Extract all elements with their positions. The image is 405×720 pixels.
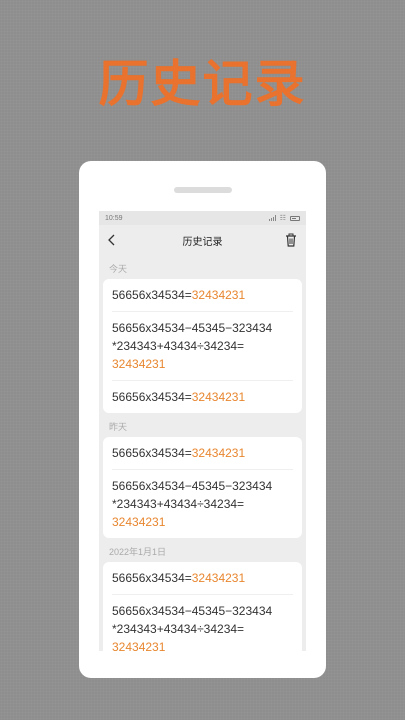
group-label-date: 2022年1月1日 — [109, 547, 167, 557]
wifi-icon: ☷ — [279, 214, 286, 222]
record-result: 32434231 — [112, 640, 166, 651]
record-expression-line1: 56656x34534−45345−323434 — [112, 604, 273, 618]
record-expression: 56656x34534= — [112, 390, 192, 404]
history-card-yesterday: 56656x34534=32434231 56656x34534−45345−3… — [103, 437, 302, 538]
record-expression-line2: *234343+43434÷34234= — [112, 339, 245, 353]
status-icons: ☷ — [268, 214, 300, 222]
history-record[interactable]: 56656x34534=32434231 — [112, 562, 293, 595]
history-record[interactable]: 56656x34534=32434231 — [112, 381, 293, 413]
record-expression-line2: *234343+43434÷34234= — [112, 622, 245, 636]
phone-speaker — [174, 187, 232, 193]
back-icon[interactable] — [107, 233, 121, 247]
history-card-date: 56656x34534=32434231 56656x34534−45345−3… — [103, 562, 302, 651]
hero-title: 历史记录 — [98, 55, 307, 113]
record-result: 32434231 — [112, 515, 166, 529]
record-result: 32434231 — [191, 288, 246, 302]
phone-mockup: 10:59 ☷ 历史记录 今天 56656x34534=32434231 566 — [79, 161, 326, 678]
nav-title: 历史记录 — [182, 236, 223, 248]
history-record[interactable]: 56656x34534=32434231 — [112, 437, 293, 470]
history-record[interactable]: 56656x34534−45345−323434 *234343+43434÷3… — [112, 595, 293, 651]
battery-icon — [290, 215, 300, 221]
history-record[interactable]: 56656x34534−45345−323434 *234343+43434÷3… — [112, 470, 293, 538]
record-expression: 56656x34534= — [112, 288, 192, 302]
record-result: 32434231 — [191, 571, 246, 585]
signal-icon — [268, 215, 276, 221]
history-card-today: 56656x34534=32434231 56656x34534−45345−3… — [103, 279, 302, 413]
history-record[interactable]: 56656x34534−45345−323434 *234343+43434÷3… — [112, 312, 293, 381]
history-record[interactable]: 56656x34534=32434231 — [112, 279, 293, 312]
nav-bar: 历史记录 — [99, 225, 306, 255]
record-expression: 56656x34534= — [112, 446, 192, 460]
record-expression-line2: *234343+43434÷34234= — [112, 497, 245, 511]
record-result: 32434231 — [191, 390, 246, 404]
group-label-yesterday: 昨天 — [109, 422, 128, 432]
record-expression: 56656x34534= — [112, 571, 192, 585]
group-label-today: 今天 — [109, 264, 128, 274]
app-screen: 10:59 ☷ 历史记录 今天 56656x34534=32434231 566 — [99, 211, 306, 651]
status-time: 10:59 — [105, 214, 123, 222]
status-bar: 10:59 ☷ — [99, 211, 306, 225]
record-expression-line1: 56656x34534−45345−323434 — [112, 321, 273, 335]
trash-icon[interactable] — [284, 233, 298, 247]
record-result: 32434231 — [191, 446, 246, 460]
record-expression-line1: 56656x34534−45345−323434 — [112, 479, 273, 493]
record-result: 32434231 — [112, 357, 166, 371]
